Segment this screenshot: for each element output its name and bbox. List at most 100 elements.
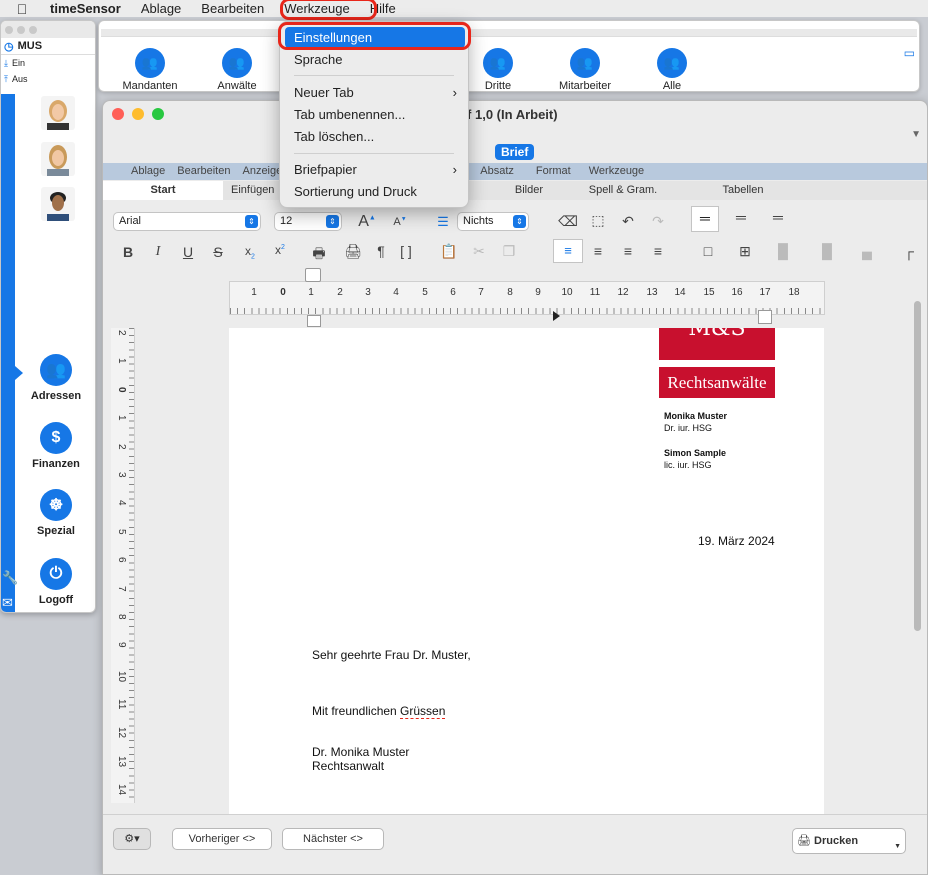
eraser-icon[interactable]: ⌫ bbox=[558, 213, 578, 230]
cell-shading-icon[interactable]: █ bbox=[817, 243, 837, 259]
menu-hilfe[interactable]: Hilfe bbox=[360, 0, 406, 17]
menu-werkzeuge[interactable]: Werkzeuge bbox=[274, 0, 360, 17]
vruler-label: 1 bbox=[116, 358, 127, 364]
doc-menu-ablage[interactable]: Ablage bbox=[125, 163, 171, 180]
avatar[interactable] bbox=[41, 142, 75, 176]
tab-einfuegen[interactable]: Einfügen bbox=[223, 181, 283, 200]
line-style-icon[interactable]: ┌ bbox=[899, 243, 919, 259]
first-indent-marker[interactable] bbox=[305, 268, 321, 282]
line-spacing-2-icon[interactable]: ═ bbox=[768, 209, 788, 225]
right-indent-marker[interactable] bbox=[758, 310, 772, 324]
people-icon: 👥 bbox=[570, 48, 600, 78]
upload-icon: ⤒ bbox=[4, 73, 8, 84]
border-icon[interactable]: □ bbox=[698, 243, 718, 259]
vertical-scrollbar[interactable] bbox=[914, 301, 921, 631]
print-icon[interactable]: 🖨 bbox=[343, 243, 363, 260]
align-right-icon[interactable]: ≡ bbox=[618, 243, 638, 259]
select-icon[interactable]: ⬚ bbox=[588, 212, 608, 229]
align-left-button[interactable]: ≡ bbox=[553, 239, 583, 263]
doc-menu-absatz[interactable]: Absatz bbox=[474, 163, 520, 180]
btn-anwaelte[interactable]: 👥 Anwälte bbox=[197, 48, 277, 92]
vertical-ruler[interactable]: 2 1 0 1 2 3 4 5 6 7 8 9 10 11 12 13 14 bbox=[111, 328, 135, 803]
doc-menu-werkzeuge[interactable]: Werkzeuge bbox=[583, 163, 650, 180]
doc-menu-format[interactable]: Format bbox=[530, 163, 577, 180]
collapse-icon[interactable]: ▼ bbox=[911, 129, 921, 140]
list-style-select[interactable]: Nichts ⇕ bbox=[457, 212, 529, 231]
next-button[interactable]: Nächster <> bbox=[282, 828, 384, 850]
wrench-icon[interactable]: 🔧 bbox=[2, 570, 18, 586]
list-icon[interactable]: ☰ bbox=[433, 214, 453, 230]
menu-ablage[interactable]: Ablage bbox=[131, 0, 191, 17]
brackets-icon[interactable]: [ ] bbox=[396, 243, 416, 259]
scissors-icon[interactable]: ✂ bbox=[469, 243, 489, 260]
tab-spell[interactable]: Spell & Gram. bbox=[563, 181, 683, 200]
menu-app-name[interactable]: timeSensor bbox=[44, 0, 131, 17]
print-preview-icon[interactable]: 🖶 bbox=[309, 243, 329, 267]
menu-item-sortierung[interactable]: Sortierung und Druck bbox=[285, 181, 465, 202]
minimize-icon[interactable] bbox=[132, 108, 144, 120]
clock-out-row[interactable]: ⤒ Aus bbox=[1, 71, 95, 87]
nav-adressen[interactable]: 👥 Adressen bbox=[15, 354, 95, 402]
tab-start[interactable]: Start bbox=[103, 181, 223, 200]
menu-item-tab-umbenennen[interactable]: Tab umbenennen... bbox=[285, 104, 465, 125]
font-select[interactable]: Arial ⇕ bbox=[113, 212, 261, 231]
italic-icon[interactable]: I bbox=[148, 244, 168, 260]
nav-adressen-label: Adressen bbox=[30, 390, 82, 402]
menu-item-einstellungen[interactable]: Einstellungen bbox=[285, 27, 465, 48]
apple-icon[interactable]:  bbox=[0, 1, 44, 17]
clipboard-icon[interactable]: 📋 bbox=[439, 243, 459, 260]
print-button[interactable]: 🖨 Drucken ▼ bbox=[792, 828, 906, 854]
pilcrow-icon[interactable]: ¶ bbox=[371, 243, 391, 259]
nav-finanzen[interactable]: $ Finanzen bbox=[15, 422, 95, 470]
menu-bearbeiten[interactable]: Bearbeiten bbox=[191, 0, 274, 17]
line-spacing-single[interactable]: ═ bbox=[691, 206, 719, 232]
document-page[interactable]: M&S Rechtsanwälte Monika Muster Dr. iur.… bbox=[229, 328, 824, 818]
doc-menu-bearbeiten[interactable]: Bearbeiten bbox=[171, 163, 236, 180]
menu-item-neuer-tab[interactable]: Neuer Tab › bbox=[285, 82, 465, 103]
left-indent-marker[interactable] bbox=[307, 315, 321, 327]
undo-icon[interactable]: ↶ bbox=[618, 213, 638, 230]
nav-spezial[interactable]: ☸ Spezial bbox=[15, 489, 95, 537]
horizontal-ruler[interactable]: 1 0 1 2 3 4 5 6 7 8 9 10 11 12 13 14 15 … bbox=[229, 268, 825, 327]
underline-icon[interactable]: U bbox=[178, 244, 198, 260]
menu-item-briefpapier[interactable]: Briefpapier › bbox=[285, 159, 465, 180]
size-select[interactable]: 12 ⇕ bbox=[274, 212, 342, 231]
previous-button[interactable]: Vorheriger <> bbox=[172, 828, 272, 850]
bold-icon[interactable]: B bbox=[118, 244, 138, 260]
shading-icon[interactable]: █ bbox=[773, 243, 793, 259]
btn-dritte[interactable]: 👥 Dritte bbox=[458, 48, 538, 92]
subscript-icon[interactable]: x2 bbox=[240, 244, 260, 260]
btn-mitarbeiter[interactable]: 👥 Mitarbeiter bbox=[545, 48, 625, 92]
close-icon[interactable] bbox=[112, 108, 124, 120]
avatar[interactable] bbox=[41, 187, 75, 221]
strikethrough-icon[interactable]: S bbox=[208, 244, 228, 260]
superscript-icon[interactable]: x2 bbox=[270, 243, 290, 257]
font-grow-icon[interactable]: A▲ bbox=[357, 213, 377, 231]
redo-icon[interactable]: ↷ bbox=[648, 213, 668, 230]
justify-icon[interactable]: ≡ bbox=[648, 243, 668, 259]
window-icon[interactable]: ▭ bbox=[904, 46, 915, 60]
nav-logoff[interactable]: ⏻ Logoff bbox=[15, 558, 95, 606]
spelling-flag[interactable]: Grüssen bbox=[400, 704, 446, 719]
zoom-icon[interactable] bbox=[152, 108, 164, 120]
btn-mandanten[interactable]: 👥 Mandanten bbox=[110, 48, 190, 92]
align-center-icon[interactable]: ≡ bbox=[588, 243, 608, 259]
tab-tabellen[interactable]: Tabellen bbox=[683, 181, 803, 200]
avatar[interactable] bbox=[41, 96, 75, 130]
tab-stop-marker[interactable] bbox=[553, 311, 560, 321]
line-spacing-1-5-icon[interactable]: ═ bbox=[731, 209, 751, 225]
user-row[interactable]: ◷ MUS bbox=[1, 38, 95, 55]
mail-icon[interactable]: ✉ bbox=[2, 595, 13, 611]
font-shrink-icon[interactable]: A▼ bbox=[390, 216, 410, 228]
btn-alle[interactable]: 👥 Alle bbox=[632, 48, 712, 92]
table-grid-icon[interactable]: ⊞ bbox=[735, 243, 755, 260]
menu-item-tab-loeschen[interactable]: Tab löschen... bbox=[285, 126, 465, 147]
settings-button[interactable]: ⚙▾ bbox=[113, 828, 151, 850]
clock-in-row[interactable]: ⤓ Ein bbox=[1, 55, 95, 71]
line-color-icon[interactable]: ▄ bbox=[857, 243, 877, 259]
menu-item-sprache[interactable]: Sprache bbox=[285, 49, 465, 70]
list-style-value: Nichts bbox=[463, 215, 494, 227]
btn-mandanten-label: Mandanten bbox=[122, 80, 178, 92]
ruler-label: 17 bbox=[759, 287, 771, 298]
copy-icon[interactable]: ❐ bbox=[499, 243, 519, 260]
